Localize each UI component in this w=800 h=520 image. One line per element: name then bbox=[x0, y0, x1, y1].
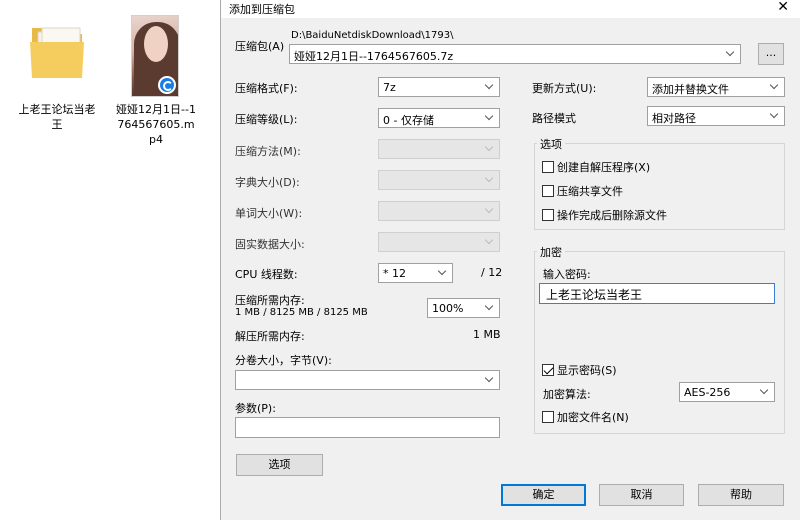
cpu-total: / 12 bbox=[481, 266, 503, 279]
chevron-down-icon bbox=[771, 111, 779, 119]
format-select[interactable]: 7z bbox=[378, 77, 500, 97]
browse-button[interactable]: ... bbox=[758, 43, 784, 65]
options-group-title: 选项 bbox=[537, 136, 565, 152]
help-button[interactable]: 帮助 bbox=[698, 484, 784, 506]
chevron-down-icon bbox=[486, 303, 494, 311]
folder-icon bbox=[30, 27, 84, 78]
sfx-checkbox[interactable]: 创建自解压程序(X) bbox=[542, 159, 650, 175]
chevron-down-icon bbox=[486, 113, 494, 121]
word-select bbox=[378, 201, 500, 221]
method-select bbox=[378, 139, 500, 159]
encrypt-names-checkbox[interactable]: 加密文件名(N) bbox=[542, 409, 629, 425]
archive-path: D:\BaiduNetdiskDownload\1793\ bbox=[291, 30, 454, 41]
chevron-down-icon bbox=[486, 206, 494, 214]
word-label: 单词大小(W): bbox=[235, 207, 303, 220]
split-select[interactable] bbox=[235, 370, 500, 390]
dict-select bbox=[378, 170, 500, 190]
solid-select bbox=[378, 232, 500, 252]
format-label: 压缩格式(F): bbox=[235, 82, 298, 95]
cancel-button[interactable]: 取消 bbox=[599, 484, 684, 506]
mem-decompress-value: 1 MB bbox=[473, 328, 501, 341]
video-label: 娅娅12月1日--1764567605.mp4 bbox=[116, 103, 196, 146]
video-thumbnail bbox=[131, 15, 179, 97]
delete-source-checkbox[interactable]: 操作完成后删除源文件 bbox=[542, 207, 667, 223]
archive-label: 压缩包(A) bbox=[235, 40, 285, 53]
split-label: 分卷大小，字节(V): bbox=[235, 354, 332, 367]
method-label: 压缩方法(M): bbox=[235, 145, 301, 158]
chevron-down-icon bbox=[486, 237, 494, 245]
chevron-down-icon bbox=[486, 144, 494, 152]
dict-label: 字典大小(D): bbox=[235, 176, 300, 189]
enc-method-label: 加密算法: bbox=[543, 388, 591, 401]
chevron-down-icon bbox=[771, 82, 779, 90]
solid-label: 固实数据大小: bbox=[235, 238, 305, 251]
update-label: 更新方式(U): bbox=[532, 82, 597, 95]
params-label: 参数(P): bbox=[235, 402, 276, 415]
level-label: 压缩等级(L): bbox=[235, 113, 298, 126]
chevron-down-icon bbox=[486, 82, 494, 90]
chevron-down-icon bbox=[439, 268, 447, 276]
mem-percent-select[interactable]: 100% bbox=[427, 298, 500, 318]
chevron-down-icon bbox=[761, 387, 769, 395]
shared-checkbox[interactable]: 压缩共享文件 bbox=[542, 183, 623, 199]
cpu-select[interactable]: * 12 bbox=[378, 263, 453, 283]
show-password-checkbox[interactable]: 显示密码(S) bbox=[542, 362, 617, 378]
close-icon[interactable]: ✕ bbox=[777, 0, 789, 15]
chevron-down-icon bbox=[486, 375, 494, 383]
path-mode-select[interactable]: 相对路径 bbox=[647, 106, 785, 126]
options-button[interactable]: 选项 bbox=[236, 454, 323, 476]
chevron-down-icon bbox=[727, 49, 735, 57]
ok-button[interactable]: 确定 bbox=[501, 484, 586, 506]
path-mode-label: 路径模式 bbox=[532, 112, 576, 125]
encrypt-group-title: 加密 bbox=[537, 244, 565, 260]
video-badge-icon bbox=[158, 76, 176, 94]
password-input[interactable]: 上老王论坛当老王 bbox=[539, 283, 775, 304]
chevron-down-icon bbox=[486, 175, 494, 183]
mem-compress-label: 压缩所需内存: bbox=[235, 294, 305, 307]
folder-label: 上老王论坛当老王 bbox=[18, 103, 96, 131]
enc-method-select[interactable]: AES-256 bbox=[679, 382, 775, 402]
level-select[interactable]: 0 - 仅存储 bbox=[378, 108, 500, 128]
params-input[interactable] bbox=[235, 417, 500, 438]
title-bar: 添加到压缩包 ✕ bbox=[221, 0, 800, 18]
update-select[interactable]: 添加并替换文件 bbox=[647, 77, 785, 97]
mem-compress-value: 1 MB / 8125 MB / 8125 MB bbox=[235, 307, 368, 318]
mem-decompress-label: 解压所需内存: bbox=[235, 330, 305, 343]
password-label: 输入密码: bbox=[543, 268, 591, 281]
add-to-archive-dialog: 添加到压缩包 ✕ 压缩包(A) D:\BaiduNetdiskDownload\… bbox=[220, 0, 800, 520]
archive-name-combo[interactable]: 娅娅12月1日--1764567605.7z bbox=[289, 44, 741, 64]
dialog-title: 添加到压缩包 bbox=[229, 3, 295, 16]
cpu-label: CPU 线程数: bbox=[235, 268, 298, 281]
